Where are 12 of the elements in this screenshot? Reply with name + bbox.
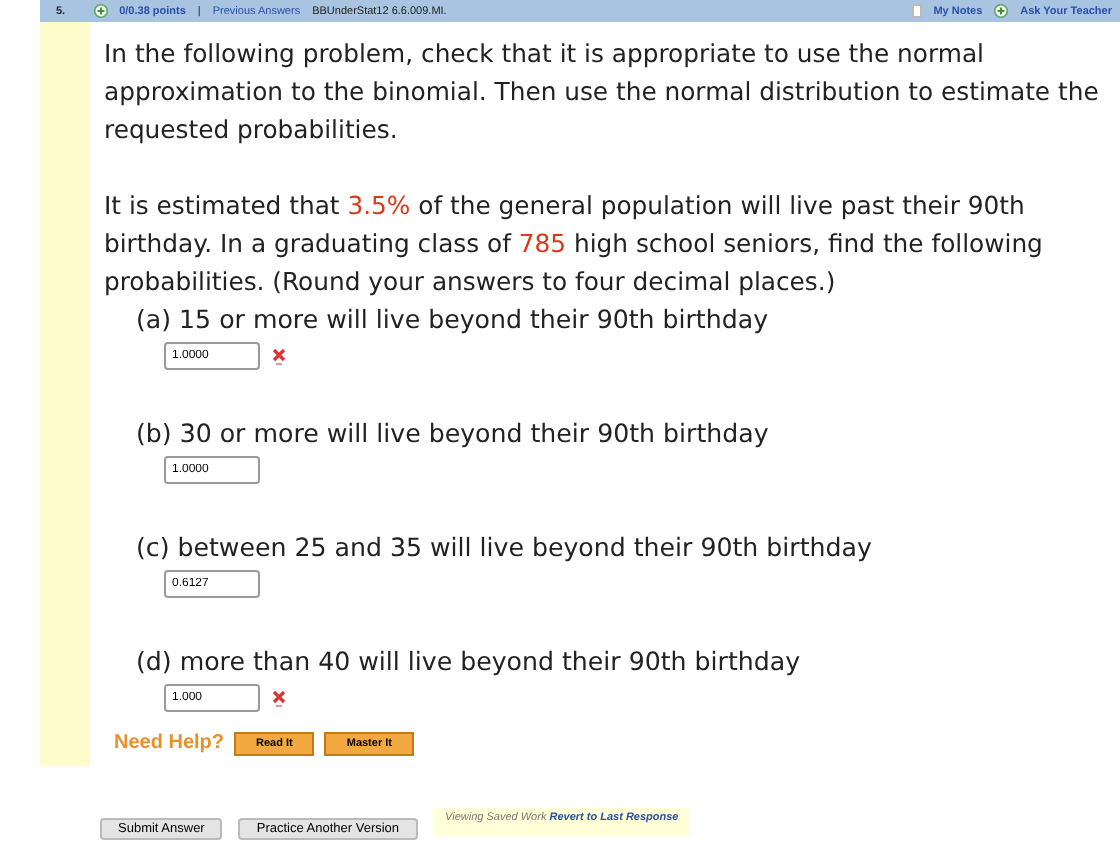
plus-icon (93, 4, 108, 18)
problem-text: It is estimated that 3.5% of the general population will live past their 90th birthday. In a graduating class of 785 high school seniors, find the following probabilities. (Round your answers to four decimal places.) (104, 188, 1045, 300)
part-question: (c) between 25 and 35 will live beyond their 90th birthday (136, 530, 874, 566)
instructions: In the following problem, check that it is appropriate to use the normal approximation to the binomial. Then use the normal distribution to estimate the requested probabilities. (104, 36, 1101, 148)
part-question: (a) 15 or more will live beyond their 90th birthday (136, 302, 771, 338)
part-question: (d) more than 40 will live beyond their 90th birthday (136, 644, 803, 680)
incorrect-icon (272, 689, 286, 707)
incorrect-icon (272, 347, 286, 365)
part-question: (b) 30 or more will live beyond their 90th birthday (136, 416, 771, 452)
need-help-label: Need Help? (114, 730, 225, 758)
note-icon (911, 4, 922, 18)
plus-icon (994, 4, 1009, 18)
